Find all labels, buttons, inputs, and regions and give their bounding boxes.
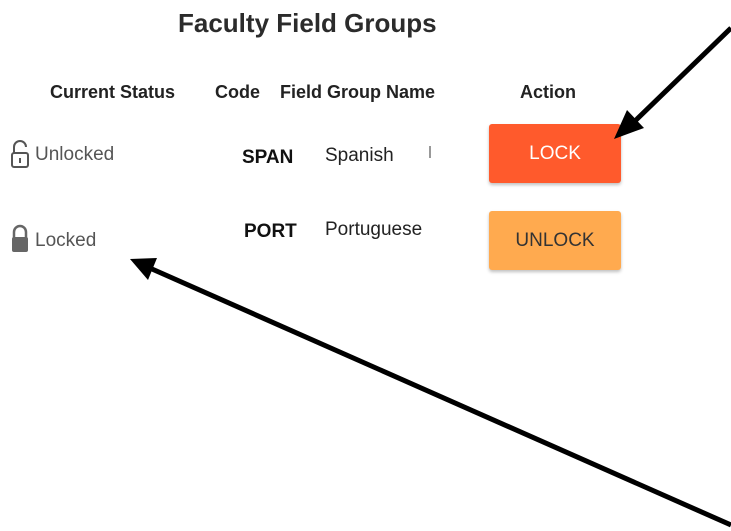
annotation-arrows [130, 26, 731, 528]
arrow-to-lock-button [614, 26, 731, 139]
arrow-to-locked-status [130, 258, 731, 528]
